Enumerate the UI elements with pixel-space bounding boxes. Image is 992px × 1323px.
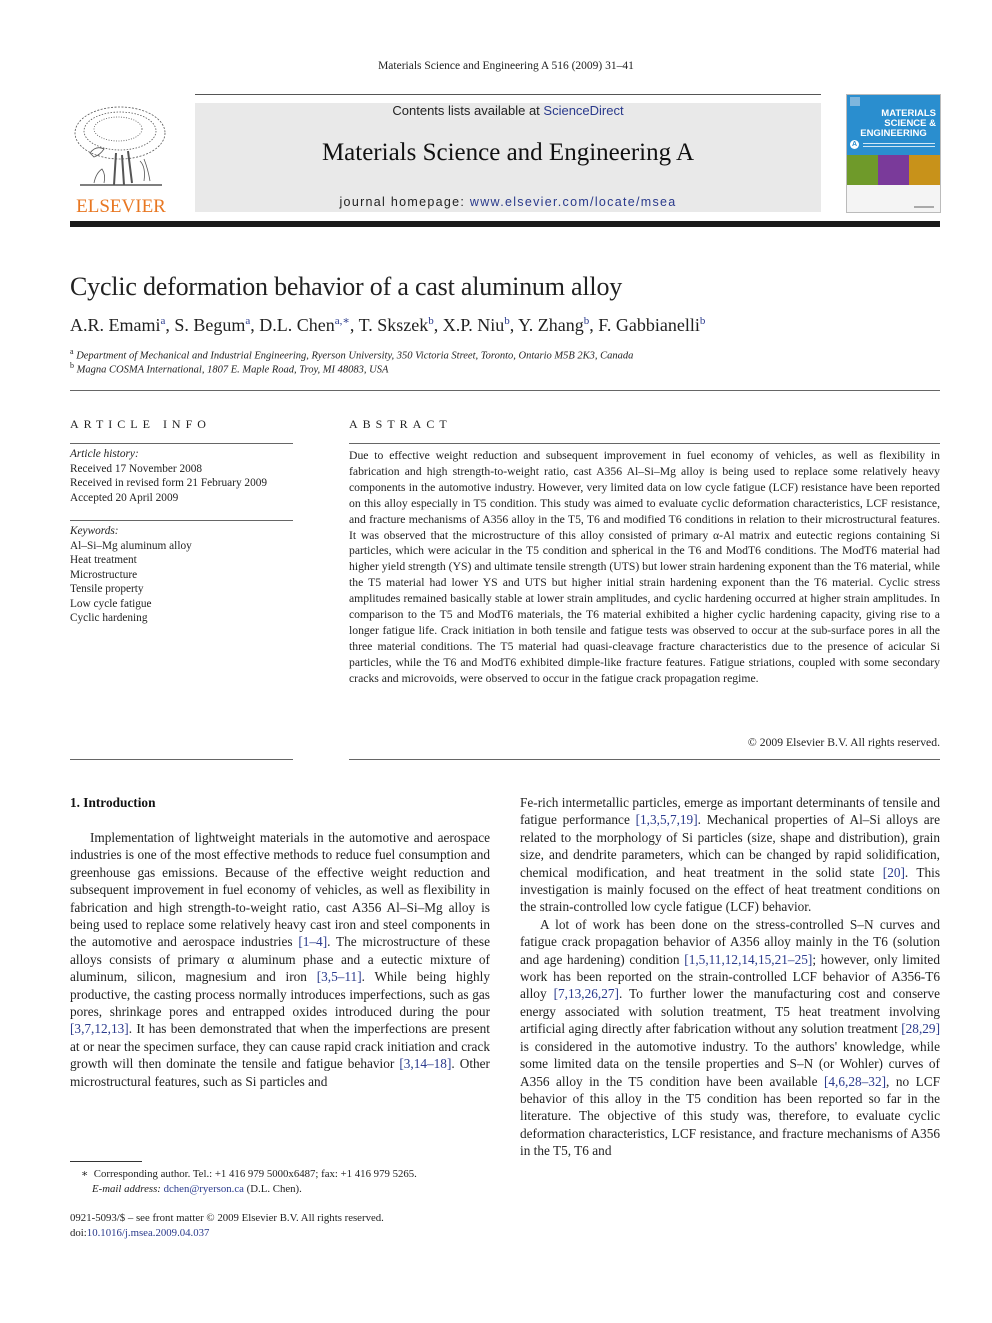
contents-prefix: Contents lists available at xyxy=(392,103,544,118)
article-title: Cyclic deformation behavior of a cast al… xyxy=(70,272,623,301)
section-heading-introduction: 1. Introduction xyxy=(70,795,156,810)
homepage-prefix: journal homepage: xyxy=(339,195,470,209)
abstract-text: Due to effective weight reduction and su… xyxy=(349,449,940,685)
cover-subtitle: A xyxy=(850,140,936,149)
body-column-right: Fe-rich intermetallic particles, emerge … xyxy=(520,794,940,1160)
paragraph: A lot of work has been done on the stres… xyxy=(520,916,940,1160)
email-suffix: (D.L. Chen). xyxy=(243,1182,302,1195)
keyword: Tensile property xyxy=(70,583,144,595)
header-rule xyxy=(195,94,821,95)
history-accepted: Accepted 20 April 2009 xyxy=(70,491,179,504)
abstract-bottom-rule xyxy=(349,759,940,760)
citation-link[interactable]: [4,6,28–32] xyxy=(824,1074,886,1089)
journal-cover-thumbnail[interactable]: MATERIALS SCIENCE & ENGINEERING A xyxy=(846,94,941,213)
corresponding-author-footnote: ∗ Corresponding author. Tel.: +1 416 979… xyxy=(81,1167,417,1196)
cover-image-purple xyxy=(878,155,909,185)
front-matter: 0921-5093/$ – see front matter © 2009 El… xyxy=(70,1211,384,1240)
sciencedirect-link[interactable]: ScienceDirect xyxy=(543,103,623,118)
cover-images xyxy=(847,155,940,185)
keywords: Keywords: Al–Si–Mg aluminum alloy Heat t… xyxy=(70,524,293,626)
cover-title-line3: ENGINEERING xyxy=(860,128,927,139)
footnote-mark: ∗ xyxy=(81,1168,89,1180)
article-info-rule xyxy=(70,443,293,444)
affiliation-b: b Magna COSMA International, 1807 E. Map… xyxy=(70,361,389,376)
article-history-label: Article history: xyxy=(70,448,139,460)
keyword: Low cycle fatigue xyxy=(70,597,152,610)
author[interactable]: D.L. Chena,∗ xyxy=(259,315,350,335)
abstract-copyright: © 2009 Elsevier B.V. All rights reserved… xyxy=(747,736,940,749)
article-history: Article history: Received 17 November 20… xyxy=(70,447,293,505)
citation-link[interactable]: [1,3,5,7,19] xyxy=(636,812,698,827)
author[interactable]: S. Beguma xyxy=(174,315,250,335)
paragraph: Fe-rich intermetallic particles, emerge … xyxy=(520,794,940,916)
paragraph: Implementation of lightweight materials … xyxy=(70,829,490,1090)
footnote-rule xyxy=(70,1161,142,1162)
header-thick-rule xyxy=(70,221,940,227)
abstract-heading: ABSTRACT xyxy=(349,417,452,431)
author[interactable]: Y. Zhangb xyxy=(518,315,589,335)
author[interactable]: X.P. Niub xyxy=(443,315,510,335)
citation-link[interactable]: [1–4] xyxy=(298,934,327,949)
history-received: Received 17 November 2008 xyxy=(70,462,203,475)
running-head: Materials Science and Engineering A 516 … xyxy=(378,60,634,72)
cover-image-green xyxy=(847,155,878,185)
journal-title: Materials Science and Engineering A xyxy=(321,139,695,166)
body-column-left: Implementation of lightweight materials … xyxy=(70,829,490,1090)
citation-link[interactable]: [20] xyxy=(883,865,905,880)
homepage-link[interactable]: www.elsevier.com/locate/msea xyxy=(470,195,677,209)
elsevier-logo[interactable]: ELSEVIER xyxy=(70,103,172,217)
citation-link[interactable]: [1,5,11,12,14,15,21–25] xyxy=(684,952,812,967)
email-label: E-mail address: xyxy=(92,1182,164,1195)
elsevier-tree-icon xyxy=(70,103,172,193)
front-matter-text: 0921-5093/$ – see front matter © 2009 El… xyxy=(70,1212,384,1224)
journal-homepage: journal homepage: www.elsevier.com/locat… xyxy=(195,195,821,209)
cover-section-badge: A xyxy=(850,140,859,149)
citation-link[interactable]: [3,7,12,13] xyxy=(70,1021,129,1036)
article-info-heading: ARTICLE INFO xyxy=(70,417,211,431)
keyword: Microstructure xyxy=(70,568,138,581)
cover-image-gold xyxy=(909,155,940,185)
article-info-bottom-rule xyxy=(70,759,293,760)
author[interactable]: T. Skszekb xyxy=(359,315,434,335)
elsevier-wordmark: ELSEVIER xyxy=(76,196,166,217)
keyword: Heat treatment xyxy=(70,554,137,566)
email-link[interactable]: dchen@ryerson.ca xyxy=(164,1183,244,1195)
corresponding-author-text: Corresponding author. Tel.: +1 416 979 5… xyxy=(93,1168,417,1180)
keywords-label: Keywords: xyxy=(70,525,119,537)
section-rule xyxy=(70,390,940,391)
contents-line: Contents lists available at ScienceDirec… xyxy=(195,103,821,119)
affiliation-a: a Department of Mechanical and Industria… xyxy=(70,347,634,362)
keyword: Cyclic hardening xyxy=(70,612,148,624)
citation-link[interactable]: [7,13,26,27] xyxy=(554,986,619,1001)
doi-link[interactable]: 10.1016/j.msea.2009.04.037 xyxy=(87,1227,210,1239)
abstract-rule xyxy=(349,443,940,444)
citation-link[interactable]: [3,14–18] xyxy=(399,1056,451,1071)
body-text: Implementation of lightweight materials … xyxy=(70,830,490,950)
citation-link[interactable]: [28,29] xyxy=(901,1021,940,1036)
cover-footer xyxy=(847,185,940,212)
history-revised: Received in revised form 21 February 200… xyxy=(70,477,268,489)
keyword: Al–Si–Mg aluminum alloy xyxy=(70,539,192,552)
citation-link[interactable]: [3,5–11] xyxy=(317,969,362,984)
doi-label: doi: xyxy=(70,1226,87,1239)
author[interactable]: A.R. Emamia xyxy=(70,315,165,335)
keywords-rule xyxy=(70,520,293,521)
author[interactable]: F. Gabbianellib xyxy=(598,315,705,335)
author-list: A.R. Emamia, S. Beguma, D.L. Chena,∗, T.… xyxy=(70,315,706,335)
publisher-mark-icon xyxy=(850,97,860,106)
journal-masthead: Contents lists available at ScienceDirec… xyxy=(195,103,821,212)
